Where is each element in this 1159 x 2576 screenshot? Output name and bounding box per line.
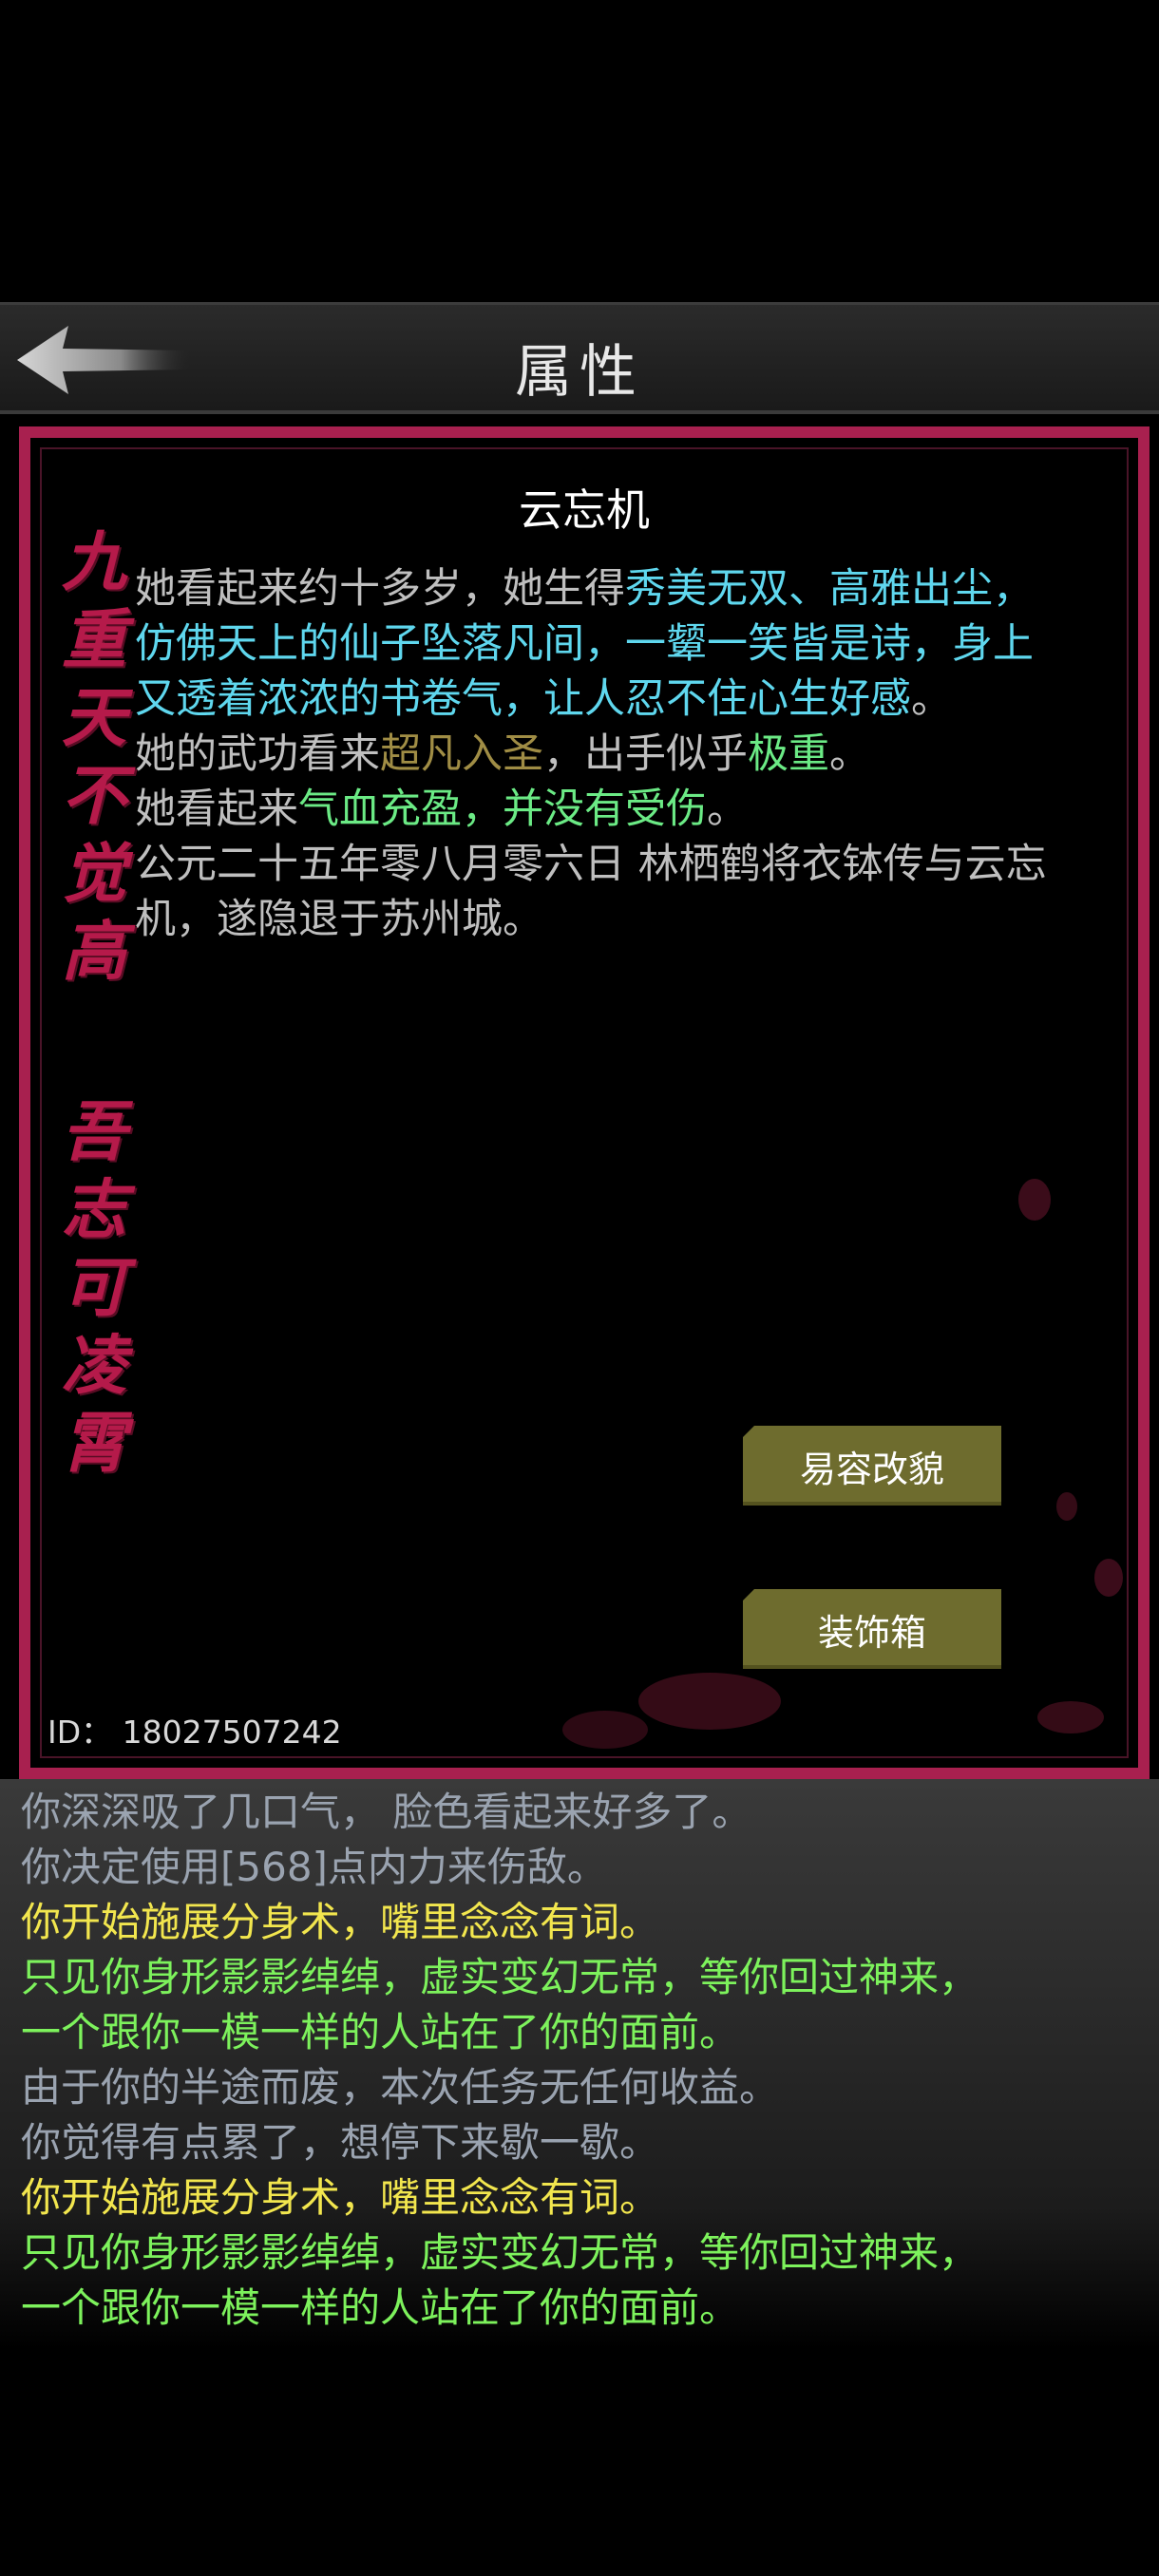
calligraphy-char: 觉: [61, 836, 126, 912]
martial-suffix: 。: [829, 730, 870, 778]
martial-text: 她的武功看来超凡入圣，出手似乎极重。: [135, 727, 1066, 782]
log-line: 你决定使用[568]点内力来伤敌。: [21, 1844, 607, 1890]
health-prefix: 她看起来: [135, 786, 298, 833]
calligraphy-char: 吾: [61, 1094, 126, 1170]
ink-splatter: [1094, 1559, 1123, 1597]
appearance-suffix: 。: [911, 675, 952, 723]
log-line: 只见你身形影影绰绰，虚实变幻无常，等你回过神来，: [21, 1954, 979, 2000]
log-line: 一个跟你一模一样的人站在了你的面前。: [21, 2009, 740, 2055]
appearance-prefix: 她看起来约十多岁，她生得: [135, 565, 625, 613]
calligraphy-char: 不: [61, 758, 126, 834]
appearance-text: 她看起来约十多岁，她生得秀美无双、高雅出尘，仿佛天上的仙子坠落凡间，一颦一笑皆是…: [135, 561, 1066, 727]
martial-level: 超凡入圣: [380, 730, 543, 778]
log-line: 你开始施展分身术，嘴里念念有词。: [21, 2174, 660, 2221]
app-root: 属性 云忘机 九 重 天 不 觉 高 吾 志 可 凌 霄 她看起来约十多岁，她生…: [0, 0, 1159, 2576]
disguise-button[interactable]: 易容改貌: [743, 1426, 1001, 1506]
calligraphy-char: 天: [61, 680, 126, 756]
history-text: 公元二十五年零八月零六日 林栖鹤将衣钵传与云忘机，遂隐退于苏州城。: [135, 841, 1047, 943]
calligraphy-char: 凌: [61, 1328, 126, 1404]
health-status: 气血充盈，并没有受伤: [298, 786, 707, 833]
martial-mid: ，出手似乎: [543, 730, 748, 778]
page-title: 属性: [515, 339, 644, 406]
calligraphy-bottom: 吾 志 可 凌 霄: [51, 1093, 137, 1483]
ink-splatter: [638, 1673, 781, 1730]
log-line: 你开始施展分身术，嘴里念念有词。: [21, 1899, 660, 1945]
calligraphy-char: 志: [61, 1172, 126, 1248]
log-line: 你觉得有点累了，想停下来歇一歇。: [21, 2119, 660, 2166]
health-text: 她看起来气血充盈，并没有受伤。: [135, 782, 1066, 837]
log-line: 一个跟你一模一样的人站在了你的面前。: [21, 2284, 740, 2331]
martial-prefix: 她的武功看来: [135, 730, 380, 778]
calligraphy-char: 霄: [61, 1406, 126, 1482]
player-id: ID： 18027507242: [48, 1714, 342, 1751]
calligraphy-char: 九: [61, 524, 126, 600]
log-line: 由于你的半途而废，本次任务无任何收益。: [21, 2064, 780, 2111]
ink-splatter: [1056, 1492, 1077, 1521]
message-log[interactable]: 你深深吸了几口气， 脸色看起来好多了。 你决定使用[568]点内力来伤敌。 你开…: [0, 1779, 1159, 2349]
header-bar: 属性: [0, 302, 1159, 414]
calligraphy-char: 重: [61, 602, 126, 678]
wardrobe-button[interactable]: 装饰箱: [743, 1589, 1001, 1669]
health-suffix: 。: [707, 786, 748, 833]
ink-splatter: [562, 1711, 648, 1749]
ink-splatter: [1018, 1179, 1051, 1221]
calligraphy-top: 九 重 天 不 觉 高: [51, 523, 137, 991]
calligraphy-char: 可: [61, 1250, 126, 1326]
calligraphy-char: 高: [61, 914, 126, 990]
profile-panel: 云忘机 九 重 天 不 觉 高 吾 志 可 凌 霄 她看起来约十多岁，她生得秀美…: [19, 426, 1150, 1779]
character-name: 云忘机: [519, 484, 650, 536]
attack-weight: 极重: [748, 730, 829, 778]
character-description: 她看起来约十多岁，她生得秀美无双、高雅出尘，仿佛天上的仙子坠落凡间，一颦一笑皆是…: [135, 561, 1066, 947]
log-line: 只见你身形影影绰绰，虚实变幻无常，等你回过神来，: [21, 2229, 979, 2276]
log-line: 你深深吸了几口气， 脸色看起来好多了。: [21, 1789, 752, 1835]
ink-splatter: [1037, 1701, 1104, 1733]
